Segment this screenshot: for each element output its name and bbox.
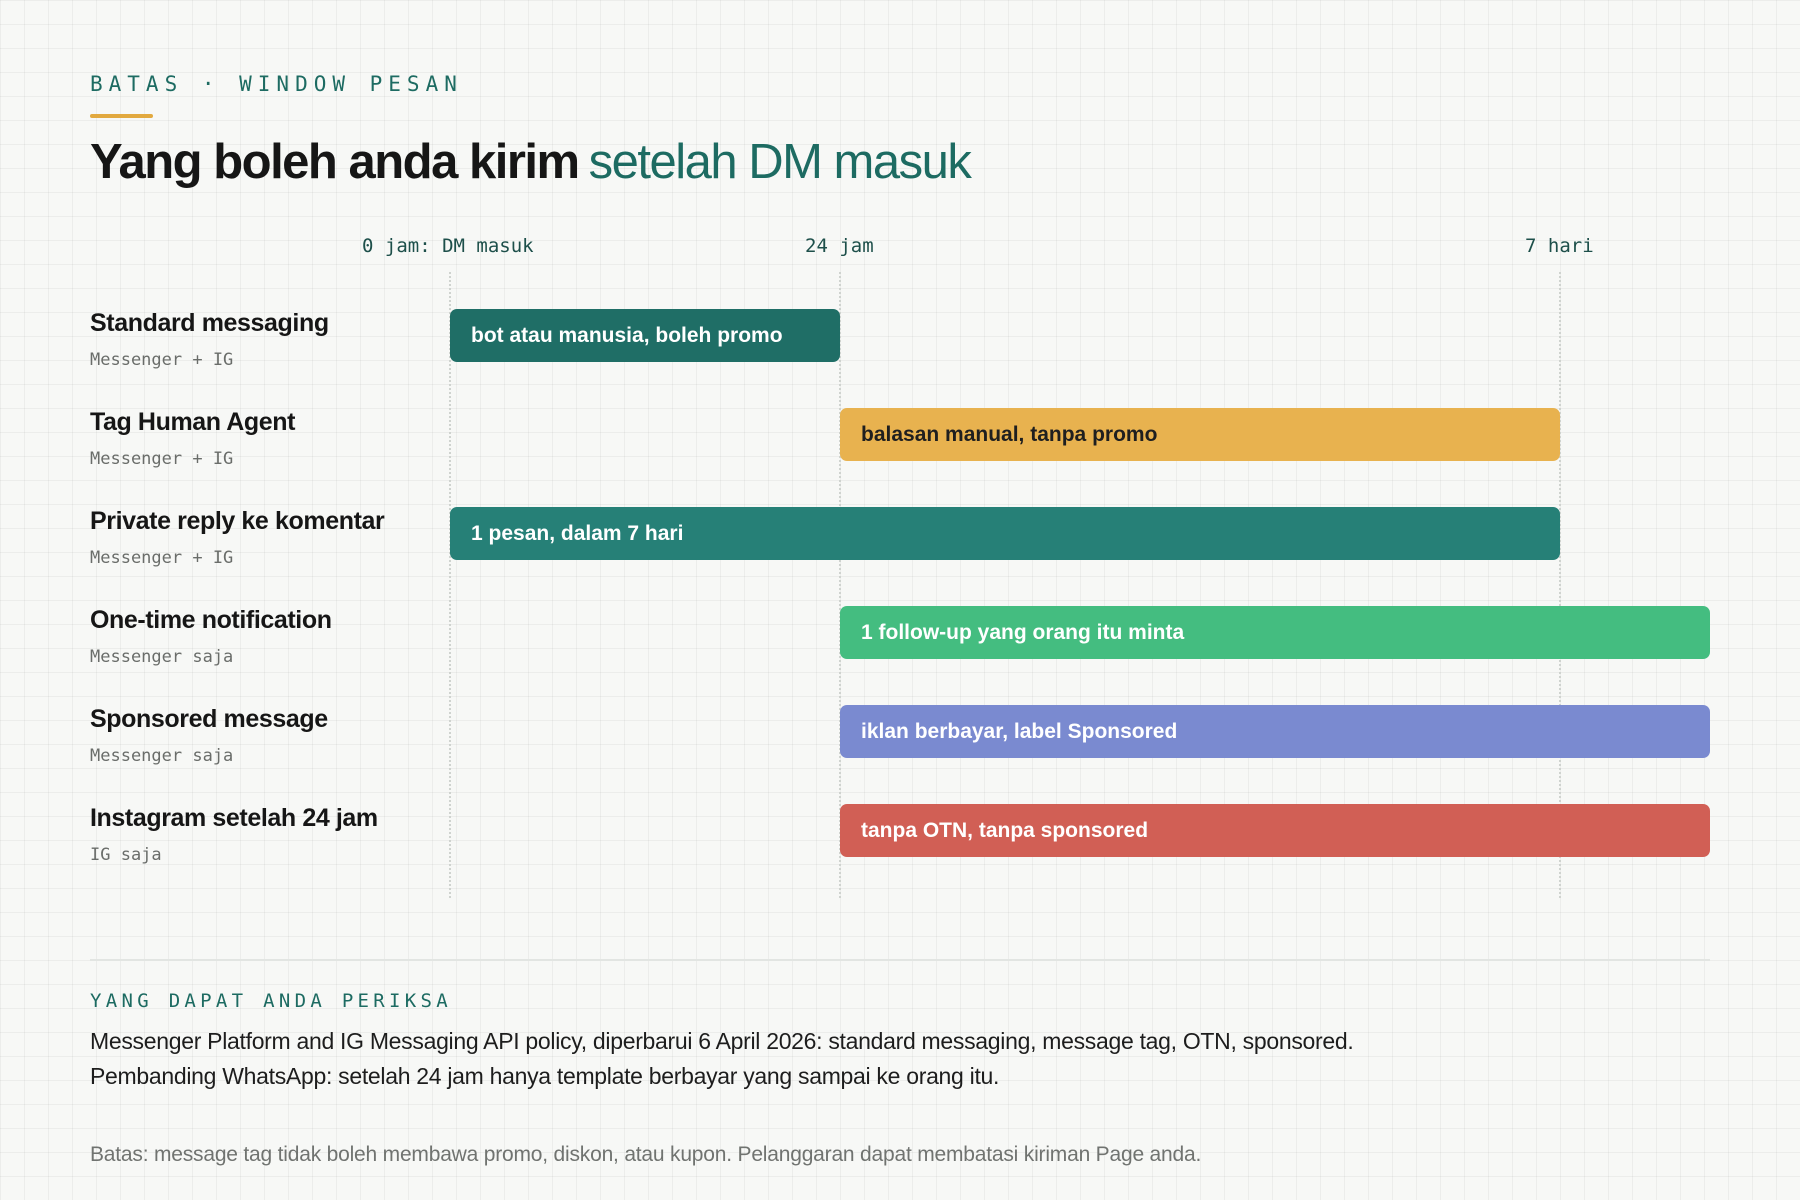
- eyebrow-label: BATAS · WINDOW PESAN: [90, 72, 463, 96]
- verify-line-2: Pembanding WhatsApp: setelah 24 jam hany…: [90, 1063, 1000, 1089]
- bar-private-reply: 1 pesan, dalam 7 hari: [450, 507, 1560, 560]
- row-name-tag-human-agent: Tag Human Agent: [90, 408, 296, 436]
- eyebrow-accent-rule: [90, 114, 153, 118]
- verify-line-1: Messenger Platform and IG Messaging API …: [90, 1028, 1354, 1054]
- title-bold: Yang boleh anda kirim: [90, 135, 580, 189]
- row-channel-sponsored-message: Messenger saja: [90, 746, 234, 766]
- row-channel-private-reply: Messenger + IG: [90, 548, 234, 568]
- bar-standard-messaging: bot atau manusia, boleh promo: [450, 309, 840, 362]
- bar-one-time-notification: 1 follow-up yang orang itu minta: [840, 606, 1710, 659]
- row-name-instagram-after-24h: Instagram setelah 24 jam: [90, 804, 378, 832]
- gridline-0h: [449, 272, 451, 898]
- bar-instagram-after-24h: tanpa OTN, tanpa sponsored: [840, 804, 1710, 857]
- bar-label: tanpa OTN, tanpa sponsored: [861, 819, 1149, 842]
- row-channel-tag-human-agent: Messenger + IG: [90, 449, 234, 469]
- row-name-standard-messaging: Standard messaging: [90, 309, 329, 337]
- page-title: Yang boleh anda kirim setelah DM masuk: [90, 132, 972, 192]
- title-accent: setelah DM masuk: [588, 135, 972, 189]
- row-name-one-time-notification: One-time notification: [90, 606, 332, 634]
- row-name-sponsored-message: Sponsored message: [90, 705, 328, 733]
- bar-label: bot atau manusia, boleh promo: [471, 324, 783, 347]
- axis-marker-24h: 24 jam: [805, 235, 874, 257]
- bar-label: balasan manual, tanpa promo: [861, 423, 1158, 446]
- bar-tag-human-agent: balasan manual, tanpa promo: [840, 408, 1560, 461]
- bar-sponsored-message: iklan berbayar, label Sponsored: [840, 705, 1710, 758]
- bar-label: 1 follow-up yang orang itu minta: [861, 621, 1185, 644]
- verify-section-label: YANG DAPAT ANDA PERIKSA: [90, 990, 452, 1012]
- bar-label: 1 pesan, dalam 7 hari: [471, 522, 684, 545]
- row-channel-one-time-notification: Messenger saja: [90, 647, 234, 667]
- footnote: Batas: message tag tidak boleh membawa p…: [90, 1143, 1202, 1166]
- axis-marker-7d: 7 hari: [1525, 235, 1594, 257]
- row-channel-instagram-after-24h: IG saja: [90, 845, 162, 865]
- row-name-private-reply: Private reply ke komentar: [90, 507, 385, 535]
- bar-label: iklan berbayar, label Sponsored: [861, 720, 1178, 743]
- axis-marker-0h: 0 jam: DM masuk: [362, 235, 534, 257]
- gridline-24h: [839, 272, 841, 898]
- section-divider: [90, 959, 1710, 961]
- row-channel-standard-messaging: Messenger + IG: [90, 350, 234, 370]
